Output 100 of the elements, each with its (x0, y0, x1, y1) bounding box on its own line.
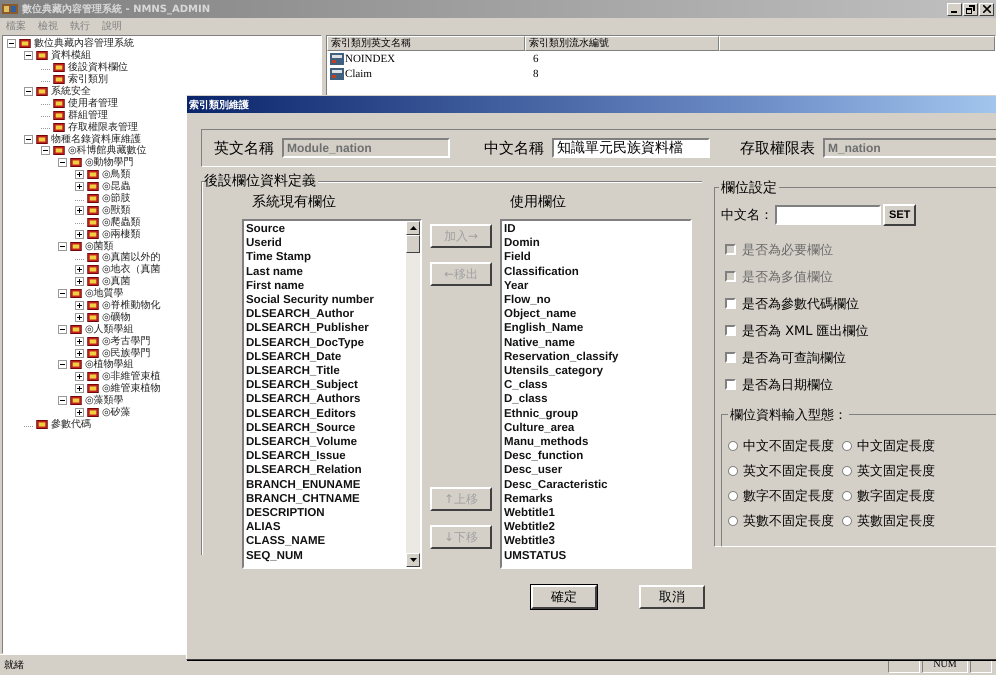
list-item[interactable]: Desc_function (504, 449, 688, 464)
list-item[interactable]: Domin (504, 236, 688, 250)
list-item[interactable]: Utensils_category (504, 364, 688, 378)
expander-icon[interactable] (24, 87, 33, 96)
tree-item[interactable]: ◎真菌以外的 (102, 252, 161, 264)
list-item[interactable]: First name (246, 278, 404, 294)
tree-item[interactable]: 使用者管理 (68, 98, 118, 109)
list-item[interactable]: Desc_user (504, 463, 688, 478)
tree-item[interactable]: ◎科博館典藏數位 (68, 145, 147, 156)
tree-item[interactable]: ◎礦物 (102, 312, 131, 323)
tree-item[interactable]: ◎爬蟲類 (102, 216, 141, 228)
list-item[interactable]: UMSTATUS (504, 548, 688, 563)
list-item[interactable]: Userid (246, 236, 404, 250)
scrollbar[interactable] (406, 221, 420, 567)
tree-item[interactable]: 數位典藏內容管理系統 (34, 38, 134, 50)
radio-button[interactable] (728, 466, 738, 476)
list-item[interactable]: DLSEARCH_Subject (246, 378, 404, 392)
list-item[interactable]: BRANCH_ENUNAME (246, 478, 404, 492)
tree-item[interactable]: 物種名錄資料庫維護 (51, 134, 141, 145)
expander-icon[interactable] (75, 170, 84, 180)
list-item[interactable]: DLSEARCH_Author (246, 307, 404, 322)
checkbox[interactable] (725, 352, 736, 363)
radio-button[interactable] (842, 516, 852, 526)
expander-icon[interactable] (24, 51, 33, 60)
checkbox[interactable] (725, 379, 736, 390)
expander-icon[interactable] (75, 182, 84, 192)
list-item[interactable]: Classification (504, 264, 688, 279)
list-item[interactable]: Reservation_classify (504, 350, 688, 364)
column-header[interactable]: 索引類別英文名稱 (327, 36, 525, 51)
list-item[interactable]: DLSEARCH_Volume (246, 435, 404, 450)
tree-item[interactable]: 系統安全 (51, 86, 91, 97)
checkbox[interactable] (725, 298, 736, 309)
list-item[interactable]: DLSEARCH_Title (246, 364, 404, 378)
list-item[interactable]: Remarks (504, 492, 688, 506)
tree-item[interactable]: 後設資料欄位 (68, 62, 128, 74)
expander-icon[interactable] (75, 206, 84, 215)
tree-item[interactable]: 參數代碼 (51, 418, 91, 430)
list-item[interactable]: Last name (246, 264, 404, 279)
expander-icon[interactable] (58, 396, 67, 406)
list-item[interactable]: Manu_methods (504, 435, 688, 450)
tree-item[interactable]: ◎藻類學 (85, 395, 124, 406)
scroll-up-button[interactable] (406, 221, 420, 235)
minimize-button[interactable] (947, 2, 962, 16)
expander-icon[interactable] (58, 242, 67, 251)
expander-icon[interactable] (75, 265, 84, 274)
list-item[interactable]: Desc_Caracteristic (504, 478, 688, 492)
expander-icon[interactable] (7, 39, 16, 48)
list-item[interactable]: DLSEARCH_DocType (246, 336, 404, 350)
list-item[interactable]: Time Stamp (246, 250, 404, 265)
expander-icon[interactable] (41, 146, 50, 156)
close-button[interactable] (979, 2, 994, 16)
tree-item[interactable]: ◎兩棲類 (102, 228, 141, 240)
expander-icon[interactable] (75, 348, 84, 358)
expander-icon[interactable] (75, 384, 84, 394)
dialog-button[interactable]: 取消 (639, 585, 705, 609)
chinese-name-field[interactable]: 知識單元民族資料檔 (552, 138, 710, 158)
list-item[interactable]: C_class (504, 378, 688, 392)
tree-item[interactable]: ◎鳥類 (102, 169, 131, 180)
list-item[interactable]: Webtitle1 (504, 506, 688, 520)
list-item[interactable]: DLSEARCH_Source (246, 420, 404, 436)
list-item[interactable]: Social Security number (246, 293, 404, 308)
list-item[interactable]: Webtitle3 (504, 534, 688, 549)
list-item[interactable]: DLSEARCH_Issue (246, 449, 404, 464)
restore-button[interactable] (963, 2, 978, 16)
tree-item[interactable]: ◎地衣（真菌 (102, 264, 161, 276)
chinese-name-input[interactable] (775, 205, 881, 225)
scroll-thumb[interactable] (406, 235, 420, 253)
expander-icon[interactable] (75, 301, 84, 310)
list-item[interactable]: DLSEARCH_Relation (246, 463, 404, 478)
tree-item[interactable]: ◎真菌 (102, 276, 131, 288)
tree-item[interactable]: 資料模組 (51, 50, 91, 62)
expander-icon[interactable] (58, 289, 67, 298)
list-item[interactable]: Year (504, 278, 688, 294)
expander-icon[interactable] (75, 372, 84, 382)
set-button[interactable]: SET (883, 204, 916, 226)
expander-icon[interactable] (75, 230, 84, 239)
list-item[interactable]: SEQ_NUM (246, 548, 404, 563)
tree-item[interactable]: ◎獸類 (102, 204, 131, 216)
radio-button[interactable] (842, 491, 852, 501)
list-item[interactable]: DLSEARCH_Date (246, 350, 404, 364)
radio-button[interactable] (842, 466, 852, 476)
list-item[interactable]: DESCRIPTION (246, 506, 404, 520)
tree-item[interactable]: ◎節肢 (102, 193, 131, 204)
checkbox[interactable] (725, 325, 736, 336)
tree-item[interactable]: 存取權限表管理 (68, 122, 138, 133)
tree-item[interactable]: 索引類別 (68, 74, 108, 86)
expander-icon[interactable] (24, 134, 33, 144)
list-item[interactable]: DLSEARCH_Publisher (246, 321, 404, 336)
tree-item[interactable]: ◎矽藻 (102, 407, 131, 418)
list-item[interactable]: DLSEARCH_Editors (246, 406, 404, 421)
list-item[interactable]: BRANCH_CHTNAME (246, 492, 404, 506)
tree-item[interactable]: ◎維管束植物 (102, 383, 161, 394)
list-item[interactable]: Flow_no (504, 293, 688, 308)
tree-item[interactable]: ◎動物學門 (85, 157, 134, 168)
list-item[interactable]: English_Name (504, 321, 688, 336)
column-header[interactable]: 索引類別流水編號 (525, 36, 719, 51)
expander-icon[interactable] (58, 158, 67, 168)
dialog-button[interactable]: 確定 (531, 585, 597, 609)
list-item[interactable]: DLSEARCH_Authors (246, 392, 404, 407)
list-item[interactable]: ID (504, 222, 688, 236)
